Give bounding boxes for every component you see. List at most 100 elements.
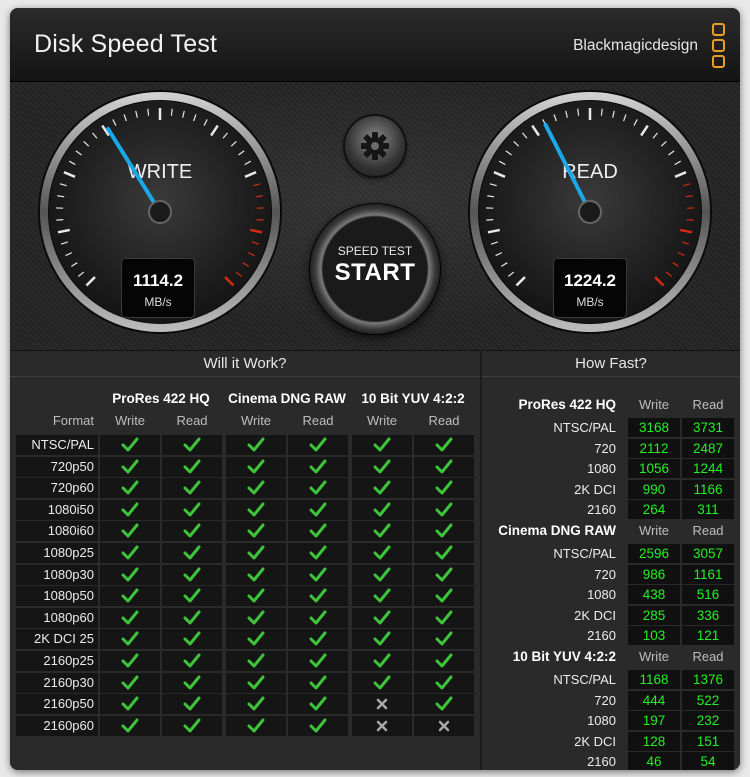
start-button-label: START <box>334 259 416 286</box>
checkmark-icon <box>373 459 391 474</box>
gauge-section: WRITE 1114.2 MB/s READ 1224.2 MB/s SPEED… <box>10 82 740 350</box>
cross-icon <box>376 720 388 732</box>
checkmark-icon <box>183 480 201 495</box>
gauge-tick <box>170 108 173 116</box>
check-cell <box>162 694 222 715</box>
start-speed-test-button[interactable]: SPEED TEST START <box>310 204 440 334</box>
read-column-header: Read <box>302 413 334 428</box>
table-row: 2K DCI 25 <box>16 629 476 650</box>
how-fast-codec-header: ProRes 422 HQ <box>518 397 616 412</box>
check-cell <box>414 456 474 477</box>
check-cell <box>352 499 412 520</box>
checkmark-icon <box>121 567 139 582</box>
check-cell <box>162 499 222 520</box>
check-cell <box>414 672 474 693</box>
check-cell <box>226 456 286 477</box>
codec-header: Cinema DNG RAW <box>228 391 346 406</box>
check-cell <box>226 543 286 563</box>
table-row: 1080p25 <box>16 543 476 563</box>
read-fps-value: 1244 <box>682 459 734 478</box>
write-fps-value: 990 <box>628 479 680 499</box>
checkmark-icon <box>121 675 139 690</box>
check-cell <box>288 586 348 607</box>
check-cell <box>352 607 412 628</box>
check-cell <box>352 564 412 585</box>
codec-header: ProRes 422 HQ <box>112 391 210 406</box>
check-cell <box>226 564 286 585</box>
settings-button[interactable] <box>345 116 405 176</box>
format-column-header: Format <box>52 413 94 428</box>
table-row: 720p60 <box>16 478 476 499</box>
read-fps-value: 336 <box>682 605 734 625</box>
write-column-header: Write <box>638 397 670 412</box>
gear-icon <box>361 132 389 160</box>
format-label: 1080p25 <box>16 543 98 563</box>
format-label: 2160p50 <box>16 694 98 715</box>
checkmark-icon <box>183 545 201 560</box>
checkmark-icon <box>121 610 139 625</box>
table-row: 2160p60 <box>16 715 476 736</box>
how-fast-heading: How Fast? <box>482 351 740 377</box>
format-label: 2160p25 <box>16 651 98 671</box>
check-cell <box>100 499 160 520</box>
table-row: 2160p50 <box>16 694 476 715</box>
check-cell <box>414 651 474 671</box>
checkmark-icon <box>183 718 201 733</box>
cross-cell <box>414 715 474 736</box>
check-cell <box>352 456 412 477</box>
check-cell <box>100 435 160 455</box>
resolution-label: 1080 <box>587 587 616 602</box>
checkmark-icon <box>309 459 327 474</box>
gauge-tick <box>56 219 64 221</box>
checkmark-icon <box>247 675 265 690</box>
resolution-label: NTSC/PAL <box>553 672 616 687</box>
checkmark-icon <box>121 437 139 452</box>
check-cell <box>226 694 286 715</box>
check-cell <box>414 564 474 585</box>
table-row: NTSC/PAL <box>16 435 476 455</box>
checkmark-icon <box>435 523 453 538</box>
check-cell <box>226 629 286 650</box>
write-fps-value: 46 <box>628 752 680 770</box>
checkmark-icon <box>309 696 327 711</box>
read-fps-value: 2487 <box>682 438 734 458</box>
check-cell <box>288 607 348 628</box>
read-fps-value: 54 <box>682 752 734 770</box>
check-cell <box>288 564 348 585</box>
write-fps-value: 438 <box>628 585 680 604</box>
checkmark-icon <box>373 631 391 646</box>
format-label: 720p50 <box>16 456 98 477</box>
write-column-header: Write <box>366 413 398 428</box>
read-fps-value: 311 <box>682 500 734 519</box>
check-cell <box>226 435 286 455</box>
checkmark-icon <box>247 588 265 603</box>
checkmark-icon <box>373 502 391 517</box>
format-label: NTSC/PAL <box>16 435 98 455</box>
check-cell <box>162 629 222 650</box>
check-cell <box>414 521 474 542</box>
checkmark-icon <box>183 459 201 474</box>
check-cell <box>352 543 412 563</box>
how-fast-codec-header: Cinema DNG RAW <box>498 523 616 538</box>
checkmark-icon <box>247 631 265 646</box>
check-cell <box>288 629 348 650</box>
write-fps-value: 285 <box>628 605 680 625</box>
checkmark-icon <box>121 696 139 711</box>
check-cell <box>100 694 160 715</box>
checkmark-icon <box>247 480 265 495</box>
checkmark-icon <box>247 718 265 733</box>
write-fps-value: 3168 <box>628 418 680 437</box>
checkmark-icon <box>373 523 391 538</box>
checkmark-icon <box>121 545 139 560</box>
write-column-header: Write <box>638 523 670 538</box>
checkmark-icon <box>183 610 201 625</box>
checkmark-icon <box>183 502 201 517</box>
write-fps-value: 264 <box>628 500 680 519</box>
check-cell <box>226 521 286 542</box>
checkmark-icon <box>247 437 265 452</box>
checkmark-icon <box>183 523 201 538</box>
write-column-header: Write <box>240 413 272 428</box>
checkmark-icon <box>435 675 453 690</box>
gauge-tick <box>600 108 603 116</box>
checkmark-icon <box>435 437 453 452</box>
